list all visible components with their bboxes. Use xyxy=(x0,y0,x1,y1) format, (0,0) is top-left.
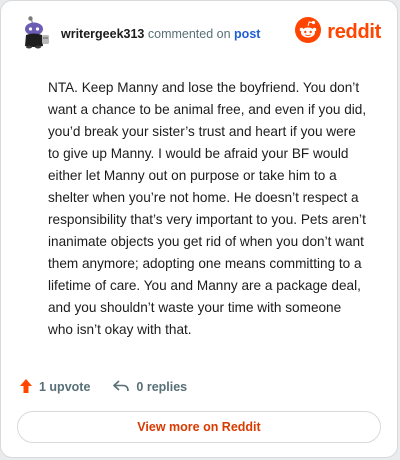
view-more-button[interactable]: View more on Reddit xyxy=(17,411,381,443)
reddit-alien-icon xyxy=(295,16,322,48)
reddit-wordmark: reddit xyxy=(327,20,381,43)
comment-header: writergeek313 commented on post reddit xyxy=(17,15,381,55)
post-link[interactable]: post xyxy=(234,27,260,41)
comment-meta: writergeek313 commented on post xyxy=(61,27,260,41)
reply-arrow-icon xyxy=(112,379,130,396)
username-link[interactable]: writergeek313 xyxy=(61,27,144,41)
upvote-count: 1 upvote xyxy=(39,380,91,394)
comment-actions: 1 upvote 0 replies xyxy=(19,375,209,399)
reddit-logo[interactable]: reddit xyxy=(295,16,381,48)
snoo-avatar-icon[interactable] xyxy=(17,15,53,51)
replies-count: 0 replies xyxy=(136,380,188,394)
action-text: commented on xyxy=(147,27,231,41)
reply-button[interactable]: 0 replies xyxy=(112,379,187,396)
embedded-comment-card: writergeek313 commented on post reddit N… xyxy=(0,0,398,458)
upvote-arrow-icon xyxy=(19,378,33,397)
upvote-button[interactable]: 1 upvote xyxy=(19,378,90,397)
comment-body: NTA. Keep Manny and lose the boyfriend. … xyxy=(48,80,367,337)
